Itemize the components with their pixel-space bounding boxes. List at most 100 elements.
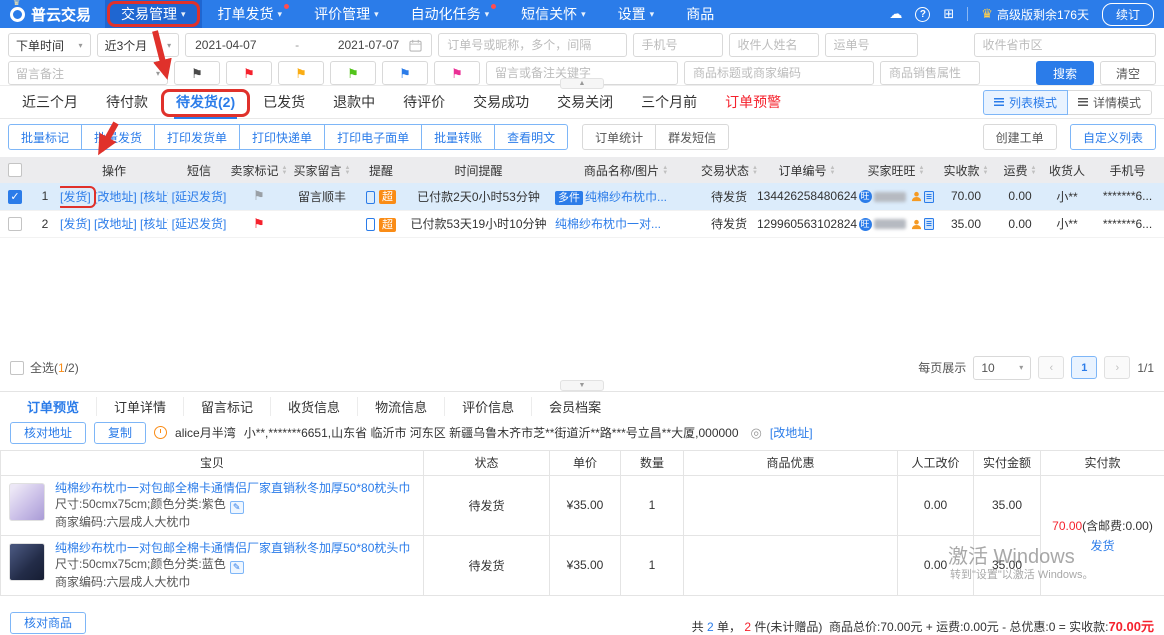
- list-mode-button[interactable]: 列表模式: [983, 90, 1068, 115]
- detail-mode-button[interactable]: 详情模式: [1067, 90, 1152, 115]
- product-link[interactable]: 纯棉纱布枕巾一对...: [555, 217, 661, 231]
- message-remark-select[interactable]: 留言备注▾: [8, 61, 168, 85]
- nav-item-trade-management[interactable]: 交易管理▾: [105, 0, 202, 28]
- member-icon[interactable]: [911, 191, 922, 202]
- order-no-input[interactable]: [438, 33, 626, 57]
- col-buyer-wangwang[interactable]: 买家旺旺▲▼: [857, 157, 935, 183]
- row-checkbox[interactable]: ✓: [8, 190, 22, 204]
- tab-pending-payment[interactable]: 待付款: [92, 86, 162, 119]
- col-buyer-message[interactable]: 买家留言▲▼: [288, 157, 356, 183]
- region-input[interactable]: [974, 33, 1156, 57]
- tab-trade-success[interactable]: 交易成功: [459, 86, 543, 119]
- ship-link[interactable]: [发货]: [60, 190, 91, 204]
- flag-magenta-button[interactable]: ⚑: [434, 61, 480, 85]
- date-range-picker[interactable]: 2021-04-07 - 2021-07-07: [185, 33, 432, 57]
- row-checkbox[interactable]: [8, 217, 22, 231]
- next-page-button[interactable]: ›: [1104, 356, 1130, 379]
- product-link[interactable]: 纯棉纱布枕巾...: [585, 190, 667, 204]
- tab-member-file[interactable]: 会员档案: [531, 397, 618, 416]
- tab-pending-review[interactable]: 待评价: [389, 86, 459, 119]
- tab-refunding[interactable]: 退款中: [319, 86, 389, 119]
- group-sms-button[interactable]: 群发短信: [655, 124, 729, 150]
- member-icon[interactable]: [911, 219, 922, 230]
- batch-mark-button[interactable]: 批量标记: [8, 124, 82, 150]
- memo-icon[interactable]: [924, 218, 934, 230]
- search-button[interactable]: 搜索: [1036, 61, 1094, 85]
- date-range-select[interactable]: 近3个月▾: [97, 33, 180, 57]
- seller-flag-icon[interactable]: ⚑: [253, 216, 265, 231]
- flag-blue-button[interactable]: ⚑: [382, 61, 428, 85]
- product-title-input[interactable]: [684, 61, 874, 85]
- nav-item-settings[interactable]: 设置▾: [602, 0, 671, 28]
- order-time-select[interactable]: 下单时间▾: [8, 33, 91, 57]
- select-all-header-checkbox[interactable]: [8, 163, 22, 177]
- tab-review-info[interactable]: 评价信息: [444, 397, 531, 416]
- verify-address-link[interactable]: [核址]: [140, 217, 168, 231]
- wangwang-icon[interactable]: 旺: [859, 218, 872, 231]
- change-address-link[interactable]: [改地址]: [94, 217, 137, 231]
- nav-item-sms-care[interactable]: 短信关怀▾: [505, 0, 602, 28]
- tab-last-three-months[interactable]: 近三个月: [8, 86, 92, 119]
- custom-list-button[interactable]: 自定义列表: [1070, 124, 1156, 150]
- renew-button[interactable]: 续订: [1102, 3, 1154, 26]
- change-address-link[interactable]: [改地址]: [94, 190, 137, 204]
- nav-item-automation[interactable]: 自动化任务▾: [395, 0, 506, 28]
- tracking-no-input[interactable]: [825, 33, 918, 57]
- print-eorder-button[interactable]: 打印电子面单: [324, 124, 422, 150]
- verify-address-link[interactable]: [核址]: [140, 190, 168, 204]
- flag-red-button[interactable]: ⚑: [226, 61, 272, 85]
- flag-yellow-button[interactable]: ⚑: [278, 61, 324, 85]
- nav-item-products[interactable]: 商品: [670, 0, 730, 28]
- flag-green-button[interactable]: ⚑: [330, 61, 376, 85]
- collapse-down-handle[interactable]: ▼: [560, 380, 604, 391]
- flag-dark-button[interactable]: ⚑: [174, 61, 220, 85]
- clear-button[interactable]: 清空: [1100, 61, 1156, 85]
- tab-shipped[interactable]: 已发货: [249, 86, 319, 119]
- cloud-icon[interactable]: ☁: [889, 6, 902, 22]
- tab-trade-closed[interactable]: 交易关闭: [543, 86, 627, 119]
- per-page-select[interactable]: 10▾: [973, 356, 1031, 380]
- receiver-name-input[interactable]: [729, 33, 819, 57]
- wangwang-icon[interactable]: 旺: [859, 190, 872, 203]
- tab-receiver-info[interactable]: 收货信息: [270, 397, 357, 416]
- help-icon[interactable]: ?: [915, 7, 930, 22]
- check-goods-button[interactable]: 核对商品: [10, 612, 86, 634]
- col-freight[interactable]: 运费▲▼: [997, 157, 1043, 183]
- edit-spec-icon[interactable]: ✎: [230, 561, 244, 574]
- prev-page-button[interactable]: ‹: [1038, 356, 1064, 379]
- col-order-no[interactable]: 订单编号▲▼: [757, 157, 857, 183]
- delay-ship-link[interactable]: [延迟发货]: [172, 190, 227, 204]
- eye-icon[interactable]: ◎: [751, 425, 762, 441]
- order-stats-button[interactable]: 订单统计: [582, 124, 656, 150]
- tab-order-warning[interactable]: 订单预警: [711, 86, 795, 119]
- create-ticket-button[interactable]: 创建工单: [983, 124, 1057, 150]
- delay-ship-link[interactable]: [延迟发货]: [172, 217, 227, 231]
- nav-item-review-management[interactable]: 评价管理▾: [298, 0, 395, 28]
- tab-order-preview[interactable]: 订单预览: [10, 397, 96, 416]
- memo-icon[interactable]: [924, 191, 934, 203]
- apps-icon[interactable]: ⊞: [943, 6, 954, 22]
- edit-spec-icon[interactable]: ✎: [230, 501, 244, 514]
- check-address-button[interactable]: 核对地址: [10, 422, 86, 444]
- tab-pending-shipment[interactable]: 待发货(2): [162, 86, 249, 119]
- tab-message-mark[interactable]: 留言标记: [183, 397, 270, 416]
- nav-item-print-ship[interactable]: 打单发货▾: [202, 0, 299, 28]
- batch-transfer-button[interactable]: 批量转账: [421, 124, 495, 150]
- print-ship-list-button[interactable]: 打印发货单: [154, 124, 240, 150]
- print-express-button[interactable]: 打印快递单: [239, 124, 325, 150]
- tab-older-than-three-months[interactable]: 三个月前: [627, 86, 711, 119]
- tab-order-detail[interactable]: 订单详情: [96, 397, 183, 416]
- phone-input[interactable]: [633, 33, 723, 57]
- col-paid-amount[interactable]: 实收款▲▼: [935, 157, 997, 183]
- collapse-up-handle[interactable]: ▲: [560, 78, 604, 89]
- select-all-checkbox[interactable]: [10, 361, 24, 375]
- product-attr-input[interactable]: [880, 61, 980, 85]
- edit-address-link[interactable]: [改地址]: [770, 424, 813, 441]
- tab-logistics-info[interactable]: 物流信息: [357, 397, 444, 416]
- col-trade-status[interactable]: 交易状态▲▼: [701, 157, 757, 183]
- product-title-link[interactable]: 纯棉纱布枕巾一对包邮全棉卡通情侣厂家直销秋冬加厚50*80枕头巾: [9, 481, 415, 496]
- col-product[interactable]: 商品名称/图片▲▼: [551, 157, 701, 183]
- view-plaintext-button[interactable]: 查看明文: [494, 124, 568, 150]
- ship-link[interactable]: [发货]: [60, 217, 91, 231]
- batch-ship-button[interactable]: 批量发货: [81, 124, 155, 150]
